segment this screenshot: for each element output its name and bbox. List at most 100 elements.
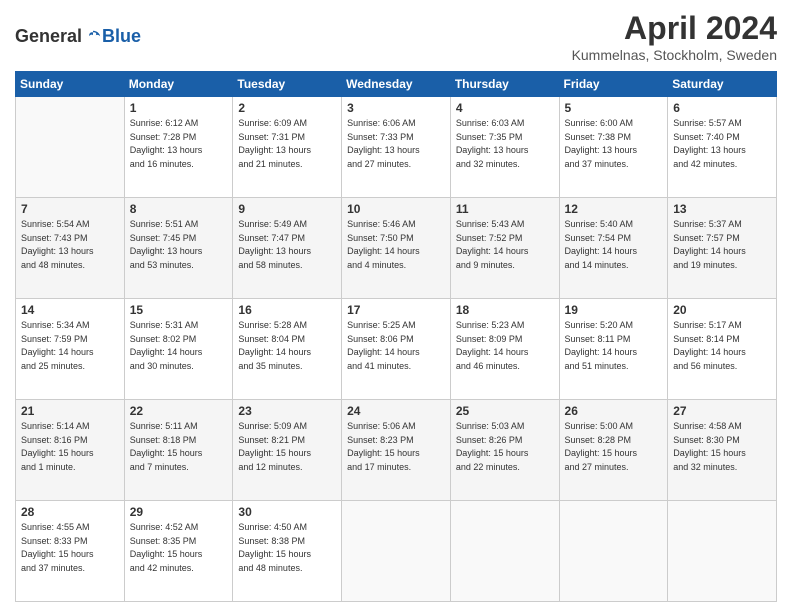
day-number: 25 [456, 404, 554, 418]
table-row: 17Sunrise: 5:25 AMSunset: 8:06 PMDayligh… [342, 299, 451, 400]
day-info-line: Sunset: 8:30 PM [673, 434, 771, 448]
day-number: 1 [130, 101, 228, 115]
month-title: April 2024 [572, 10, 777, 47]
table-row: 4Sunrise: 6:03 AMSunset: 7:35 PMDaylight… [450, 97, 559, 198]
day-info-line: Daylight: 13 hours [130, 144, 228, 158]
day-number: 13 [673, 202, 771, 216]
day-info-line: Sunrise: 5:25 AM [347, 319, 445, 333]
col-monday: Monday [124, 72, 233, 97]
day-number: 18 [456, 303, 554, 317]
day-info-line: Sunrise: 5:57 AM [673, 117, 771, 131]
day-info-line: Daylight: 13 hours [21, 245, 119, 259]
day-info-line: Sunrise: 5:11 AM [130, 420, 228, 434]
day-number: 24 [347, 404, 445, 418]
day-info-line: Daylight: 15 hours [21, 548, 119, 562]
day-info-line: Sunrise: 4:55 AM [21, 521, 119, 535]
day-info-line: Sunset: 8:04 PM [238, 333, 336, 347]
day-info-line: Sunrise: 5:31 AM [130, 319, 228, 333]
day-info-line: and 37 minutes. [21, 562, 119, 576]
day-info-line: and 56 minutes. [673, 360, 771, 374]
calendar-header-row: Sunday Monday Tuesday Wednesday Thursday… [16, 72, 777, 97]
col-thursday: Thursday [450, 72, 559, 97]
calendar-week-row: 14Sunrise: 5:34 AMSunset: 7:59 PMDayligh… [16, 299, 777, 400]
day-number: 30 [238, 505, 336, 519]
day-info-line: Daylight: 14 hours [673, 346, 771, 360]
day-info-line: Sunrise: 5:43 AM [456, 218, 554, 232]
table-row: 18Sunrise: 5:23 AMSunset: 8:09 PMDayligh… [450, 299, 559, 400]
day-number: 17 [347, 303, 445, 317]
day-info-line: Daylight: 15 hours [238, 447, 336, 461]
day-info-line: Daylight: 13 hours [673, 144, 771, 158]
day-info-line: Sunrise: 5:03 AM [456, 420, 554, 434]
day-info-line: Daylight: 13 hours [130, 245, 228, 259]
day-info-line: and 17 minutes. [347, 461, 445, 475]
calendar-week-row: 21Sunrise: 5:14 AMSunset: 8:16 PMDayligh… [16, 400, 777, 501]
col-saturday: Saturday [668, 72, 777, 97]
day-info-line: Sunrise: 6:06 AM [347, 117, 445, 131]
calendar-table: Sunday Monday Tuesday Wednesday Thursday… [15, 71, 777, 602]
day-number: 16 [238, 303, 336, 317]
day-info-line: Sunrise: 5:17 AM [673, 319, 771, 333]
day-info-line: Sunset: 7:50 PM [347, 232, 445, 246]
day-info-line: Daylight: 15 hours [347, 447, 445, 461]
table-row: 16Sunrise: 5:28 AMSunset: 8:04 PMDayligh… [233, 299, 342, 400]
table-row: 19Sunrise: 5:20 AMSunset: 8:11 PMDayligh… [559, 299, 668, 400]
day-info-line: and 21 minutes. [238, 158, 336, 172]
day-info-line: Sunrise: 4:50 AM [238, 521, 336, 535]
day-info-line: Daylight: 15 hours [21, 447, 119, 461]
day-number: 9 [238, 202, 336, 216]
col-wednesday: Wednesday [342, 72, 451, 97]
day-info-line: Sunset: 7:38 PM [565, 131, 663, 145]
table-row [668, 501, 777, 602]
day-info-line: and 19 minutes. [673, 259, 771, 273]
table-row: 27Sunrise: 4:58 AMSunset: 8:30 PMDayligh… [668, 400, 777, 501]
day-number: 28 [21, 505, 119, 519]
day-number: 20 [673, 303, 771, 317]
day-number: 22 [130, 404, 228, 418]
day-info-line: Daylight: 14 hours [456, 245, 554, 259]
table-row [559, 501, 668, 602]
day-info-line: and 25 minutes. [21, 360, 119, 374]
day-info-line: Daylight: 14 hours [565, 346, 663, 360]
calendar-week-row: 28Sunrise: 4:55 AMSunset: 8:33 PMDayligh… [16, 501, 777, 602]
day-info-line: Sunrise: 6:09 AM [238, 117, 336, 131]
table-row: 3Sunrise: 6:06 AMSunset: 7:33 PMDaylight… [342, 97, 451, 198]
calendar-week-row: 7Sunrise: 5:54 AMSunset: 7:43 PMDaylight… [16, 198, 777, 299]
day-number: 8 [130, 202, 228, 216]
day-info-line: Sunrise: 6:00 AM [565, 117, 663, 131]
day-info-line: Daylight: 13 hours [238, 144, 336, 158]
day-info-line: and 9 minutes. [456, 259, 554, 273]
day-info-line: Sunset: 7:31 PM [238, 131, 336, 145]
day-info-line: Sunrise: 6:03 AM [456, 117, 554, 131]
day-info-line: Daylight: 14 hours [456, 346, 554, 360]
day-info-line: Daylight: 14 hours [347, 245, 445, 259]
day-info-line: Sunset: 8:11 PM [565, 333, 663, 347]
day-number: 11 [456, 202, 554, 216]
day-info-line: and 14 minutes. [565, 259, 663, 273]
day-info-line: Sunset: 8:26 PM [456, 434, 554, 448]
day-info-line: Daylight: 15 hours [673, 447, 771, 461]
day-info-line: Daylight: 14 hours [130, 346, 228, 360]
day-info-line: Sunrise: 5:49 AM [238, 218, 336, 232]
day-info-line: Sunset: 7:28 PM [130, 131, 228, 145]
day-info-line: Sunrise: 5:40 AM [565, 218, 663, 232]
day-number: 5 [565, 101, 663, 115]
day-info-line: Sunrise: 5:46 AM [347, 218, 445, 232]
day-info-line: Daylight: 15 hours [565, 447, 663, 461]
table-row: 23Sunrise: 5:09 AMSunset: 8:21 PMDayligh… [233, 400, 342, 501]
day-info-line: Sunset: 8:02 PM [130, 333, 228, 347]
day-info-line: and 30 minutes. [130, 360, 228, 374]
day-info-line: Sunrise: 6:12 AM [130, 117, 228, 131]
day-info-line: and 42 minutes. [130, 562, 228, 576]
table-row: 28Sunrise: 4:55 AMSunset: 8:33 PMDayligh… [16, 501, 125, 602]
day-info-line: and 35 minutes. [238, 360, 336, 374]
day-info-line: Sunrise: 4:52 AM [130, 521, 228, 535]
day-info-line: and 32 minutes. [456, 158, 554, 172]
day-info-line: Sunset: 7:35 PM [456, 131, 554, 145]
day-info-line: and 7 minutes. [130, 461, 228, 475]
day-info-line: Sunrise: 4:58 AM [673, 420, 771, 434]
day-info-line: and 27 minutes. [347, 158, 445, 172]
day-info-line: and 1 minute. [21, 461, 119, 475]
day-info-line: and 46 minutes. [456, 360, 554, 374]
day-info-line: and 16 minutes. [130, 158, 228, 172]
